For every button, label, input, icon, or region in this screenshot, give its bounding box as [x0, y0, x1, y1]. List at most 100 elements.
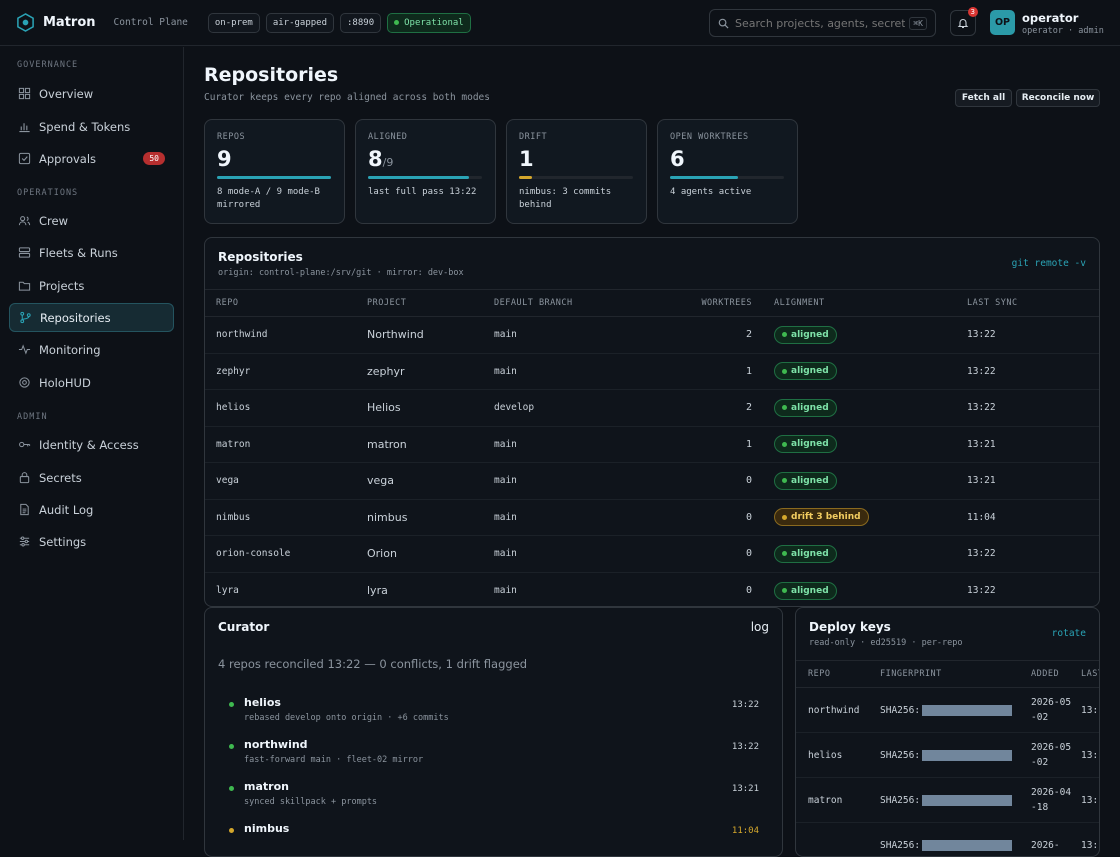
col-repo[interactable]: REPO: [205, 290, 367, 317]
col-added[interactable]: ADDED: [1031, 661, 1081, 688]
git-remote-link[interactable]: git remote -v: [1012, 258, 1086, 269]
cell-last: 13:: [1081, 733, 1100, 778]
fetch-all-button[interactable]: Fetch all: [955, 89, 1012, 107]
cell-branch: main: [494, 463, 634, 500]
alignment-label: aligned: [791, 403, 829, 413]
reconcile-now-button[interactable]: Reconcile now: [1016, 89, 1100, 107]
sidebar-item-approvals[interactable]: Approvals 50: [9, 144, 174, 173]
log-item-time: 13:22: [732, 742, 759, 752]
col-repo[interactable]: REPO: [796, 661, 880, 688]
status-label: Operational: [404, 18, 464, 28]
stat-label: ALIGNED: [368, 132, 483, 142]
cell-worktrees: 0: [634, 463, 774, 500]
log-item-desc: fast-forward main · fleet-02 mirror: [244, 755, 759, 765]
sidebar-item-label: Approvals: [39, 152, 96, 166]
sidebar-item-crew[interactable]: Crew: [9, 206, 174, 235]
sidebar-item-overview[interactable]: Overview: [9, 79, 174, 108]
notifications-button[interactable]: 3: [950, 10, 976, 36]
status-badge: Operational: [387, 13, 471, 33]
sidebar-item-projects[interactable]: Projects: [9, 271, 174, 300]
col-worktrees[interactable]: WORKTREES: [634, 290, 774, 317]
sidebar: GOVERNANCE Overview Spend & Tokens Appro…: [0, 47, 184, 840]
log-item-time: 13:22: [732, 700, 759, 710]
sidebar-item-identity-access[interactable]: Identity & Access: [9, 430, 174, 459]
sidebar-item-spend-tokens[interactable]: Spend & Tokens: [9, 112, 174, 141]
stat-progress-fill: [670, 176, 738, 179]
col-default-branch[interactable]: DEFAULT BRANCH: [494, 290, 634, 317]
fingerprint-prefix: SHA256:: [880, 705, 920, 716]
cell-project: matron: [367, 426, 494, 463]
alignment-badge: drift 3 behind: [774, 508, 869, 526]
fingerprint-redacted: [922, 840, 1012, 851]
table-row[interactable]: matronSHA256:2026-04-1813:: [796, 778, 1100, 823]
user-menu[interactable]: operator operator · admin: [1022, 11, 1104, 36]
panel-subtitle: read-only · ed25519 · per-repo: [809, 638, 963, 648]
status-dot-icon: [782, 515, 787, 520]
cell-alignment: aligned: [774, 390, 967, 427]
table-row[interactable]: heliosSHA256:2026-05-0213:: [796, 733, 1100, 778]
fingerprint-prefix: SHA256:: [880, 795, 920, 806]
sidebar-item-label: Crew: [39, 214, 68, 228]
curator-log-item[interactable]: heliosrebased develop onto origin · +6 c…: [229, 696, 759, 723]
col-last-sync[interactable]: LAST SYNC: [967, 290, 1100, 317]
search-icon: [718, 18, 729, 29]
table-row[interactable]: zephyrzephyrmain1aligned13:22: [205, 353, 1100, 390]
table-row[interactable]: lyralyramain0aligned13:22: [205, 572, 1100, 607]
search-input[interactable]: [735, 17, 905, 30]
sidebar-item-fleets-runs[interactable]: Fleets & Runs: [9, 238, 174, 267]
status-dot-icon: [229, 702, 234, 707]
sidebar-item-audit-log[interactable]: Audit Log: [9, 495, 174, 524]
stat-note: last full pass 13:22: [368, 186, 483, 199]
sidebar-item-label: HoloHUD: [39, 376, 91, 390]
deploy-keys-table-body: northwindSHA256:2026-05-0213:heliosSHA25…: [796, 688, 1100, 857]
sidebar-item-secrets[interactable]: Secrets: [9, 463, 174, 492]
curator-log-item[interactable]: nimbus11:04: [229, 822, 759, 839]
search-shortcut: ⌘K: [909, 17, 927, 30]
section-operations: OPERATIONS: [17, 188, 78, 198]
table-row[interactable]: orion-consoleOrionmain0aligned13:22: [205, 536, 1100, 573]
alignment-label: aligned: [791, 586, 829, 596]
alignment-label: aligned: [791, 549, 829, 559]
table-row[interactable]: nimbusnimbusmain0drift 3 behind11:04: [205, 499, 1100, 536]
sidebar-item-settings[interactable]: Settings: [9, 527, 174, 556]
sidebar-item-label: Monitoring: [39, 343, 101, 357]
user-name: operator: [1022, 11, 1104, 25]
table-row[interactable]: northwindNorthwindmain2aligned13:22: [205, 317, 1100, 354]
bell-icon: [957, 17, 969, 29]
check-square-icon: [18, 152, 31, 165]
col-alignment[interactable]: ALIGNMENT: [774, 290, 967, 317]
table-row[interactable]: vegavegamain0aligned13:21: [205, 463, 1100, 500]
stat-progress-fill: [368, 176, 469, 179]
brand[interactable]: Matron Control Plane: [16, 13, 188, 32]
col-fingerprint[interactable]: FINGERPRINT: [880, 661, 1031, 688]
table-row[interactable]: northwindSHA256:2026-05-0213:: [796, 688, 1100, 733]
section-admin: ADMIN: [17, 412, 48, 422]
curator-log-item[interactable]: matronsynced skillpack + prompts13:21: [229, 780, 759, 807]
table-row[interactable]: matronmatronmain1aligned13:21: [205, 426, 1100, 463]
rotate-keys-link[interactable]: rotate: [1052, 628, 1086, 639]
search-box[interactable]: ⌘K: [709, 9, 936, 37]
users-icon: [18, 214, 31, 227]
curator-log-item[interactable]: northwindfast-forward main · fleet-02 mi…: [229, 738, 759, 765]
stat-note: nimbus: 3 commits behind: [519, 186, 634, 212]
sidebar-item-holohud[interactable]: HoloHUD: [9, 368, 174, 397]
table-row[interactable]: heliosHeliosdevelop2aligned13:22: [205, 390, 1100, 427]
stat-progress-bar: [368, 176, 482, 179]
stat-label: DRIFT: [519, 132, 634, 142]
sidebar-item-repositories[interactable]: Repositories: [9, 303, 174, 332]
status-dot-icon: [229, 828, 234, 833]
cell-project: lyra: [367, 572, 494, 607]
avatar[interactable]: OP: [990, 10, 1015, 35]
stat-progress-fill: [217, 176, 331, 179]
cell-alignment: aligned: [774, 463, 967, 500]
stat-card-repos: REPOS 9 8 mode-A / 9 mode-B mirrored: [204, 119, 345, 224]
curator-log-link[interactable]: log: [751, 620, 769, 634]
lock-icon: [18, 471, 31, 484]
col-project[interactable]: PROJECT: [367, 290, 494, 317]
col-last[interactable]: LAST: [1081, 661, 1100, 688]
sidebar-item-monitoring[interactable]: Monitoring: [9, 335, 174, 364]
sliders-icon: [18, 535, 31, 548]
stat-suffix: /9: [383, 156, 394, 169]
cell-added: 2026-05-02: [1031, 688, 1081, 733]
cell-branch: main: [494, 317, 634, 354]
